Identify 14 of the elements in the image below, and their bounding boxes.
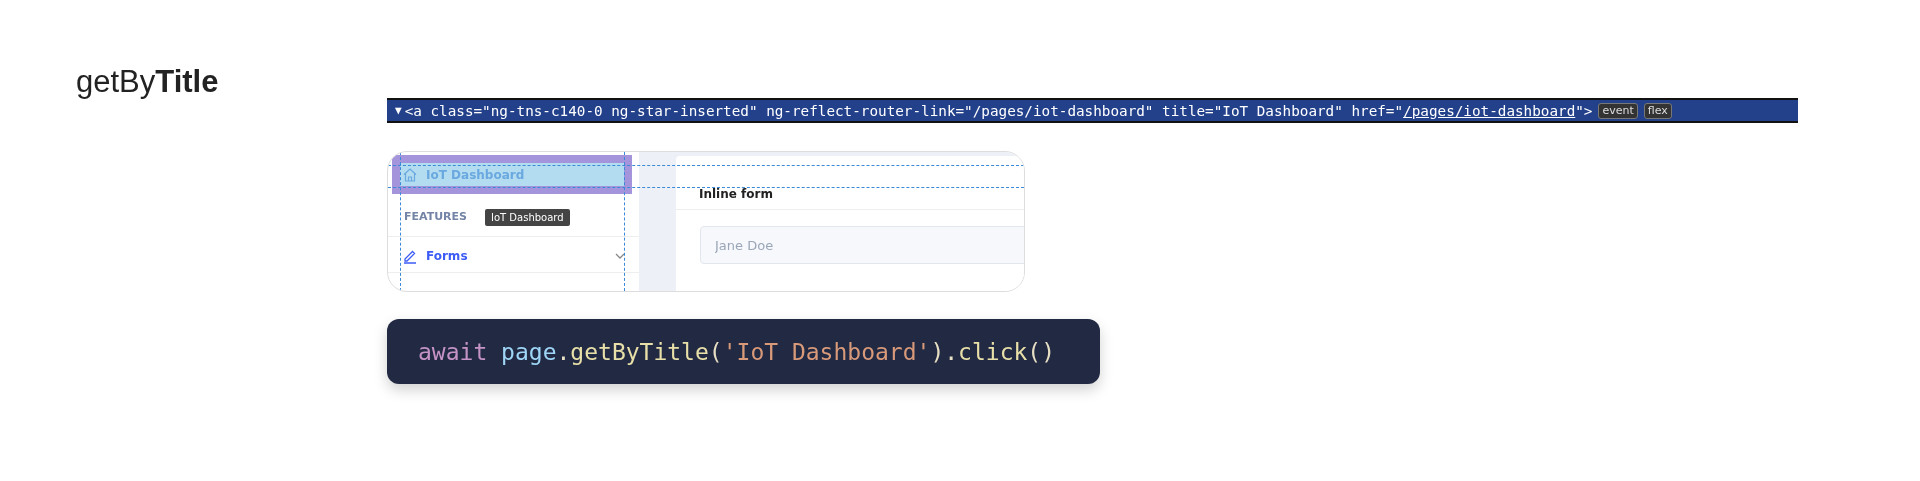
tooltip: IoT Dashboard: [485, 209, 570, 226]
devtools-badge[interactable]: flex: [1643, 102, 1672, 119]
sidebar-item[interactable]: Forms: [388, 240, 639, 273]
name-input[interactable]: Jane Doe: [700, 226, 1024, 264]
devtools-badge[interactable]: event: [1598, 102, 1638, 119]
home-icon: [402, 166, 418, 183]
section-heading: getByTitle: [76, 64, 220, 100]
href-link[interactable]: /pages/iot-dashboard: [1403, 102, 1576, 119]
expand-toggle[interactable]: ▼: [395, 104, 402, 117]
tag-close: ">: [1575, 102, 1593, 119]
element-markup: <a class="ng-tns-c140-0 ng-star-inserted" ng-reflect-router-link="/pages/iot-dashboard" title="IoT Dashboard" href=": [404, 102, 1404, 119]
pencil-icon: [402, 248, 418, 264]
code-line: await page.getByTitle('IoT Dashboard').click(): [418, 338, 1056, 365]
card-title: Inline form: [676, 156, 1024, 210]
